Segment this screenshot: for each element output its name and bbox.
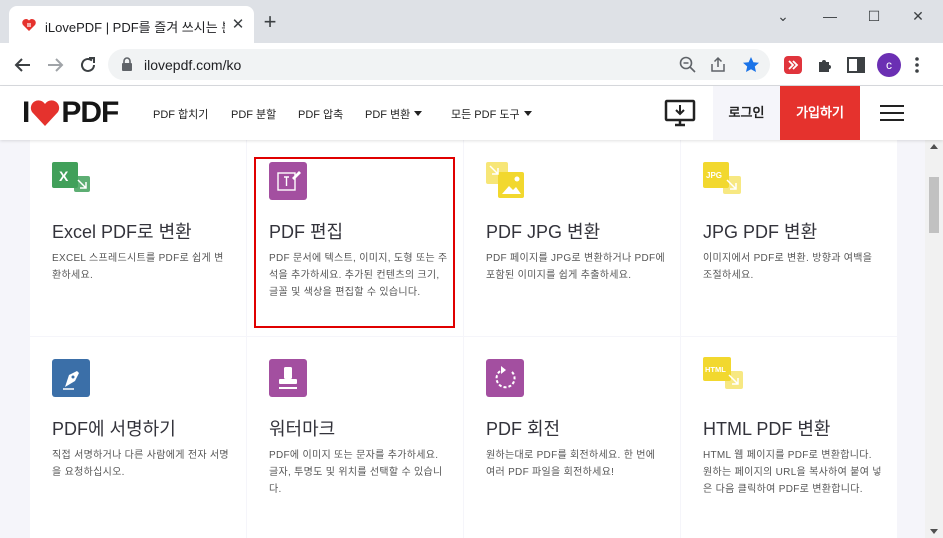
- tab-close-icon[interactable]: ✕: [229, 16, 247, 34]
- forward-arrow-icon[interactable]: [42, 52, 68, 78]
- card-description: PDF 페이지를 JPG로 변환하거나 PDF에 포함된 이미지를 쉽게 추출하…: [486, 253, 665, 281]
- svg-text:JPG: JPG: [706, 171, 722, 180]
- card-title: HTML PDF 변환: [703, 419, 831, 439]
- excel-to-pdf-icon: X: [52, 162, 90, 192]
- card-title: Excel PDF로 변환: [52, 222, 192, 242]
- browser-menu-icon[interactable]: [914, 55, 920, 75]
- chevron-down-icon: [414, 111, 423, 116]
- heart-logo-icon: [31, 100, 60, 126]
- browser-tab[interactable]: iLovePDF | PDF를 즐겨 쓰시는 분 ✕: [9, 6, 254, 43]
- signup-button[interactable]: 가입하기: [780, 86, 860, 140]
- browser-toolbar: ilovepdf.com/ko c: [0, 43, 943, 86]
- tool-card-watermark[interactable]: 워터마크 PDF에 이미지 또는 문자를 추가하세요. 글자, 투명도 및 위치…: [247, 337, 463, 538]
- tool-card-rotate-pdf[interactable]: PDF 회전 원하는대로 PDF를 회전하세요. 한 번에 여러 PDF 파일을…: [464, 337, 680, 538]
- close-window-button[interactable]: ✕: [906, 5, 930, 27]
- nav-convert-pdf[interactable]: PDF 변환: [365, 106, 423, 122]
- scroll-up-arrow-icon[interactable]: [930, 144, 938, 149]
- card-title: PDF에 서명하기: [52, 419, 176, 439]
- card-title: PDF 편집: [269, 222, 344, 242]
- scroll-down-arrow-icon[interactable]: [930, 529, 938, 534]
- browser-tab-strip: iLovePDF | PDF를 즐겨 쓰시는 분 ✕ + ⌄ — ☐ ✕: [0, 0, 943, 43]
- tool-card-html-to-pdf[interactable]: HTML HTML PDF 변환 HTML 웹 페이지를 PDF로 변환합니다.…: [681, 337, 897, 538]
- page-scrollbar[interactable]: [925, 140, 943, 538]
- card-description: 직접 서명하거나 다른 사람에게 전자 서명을 요청하십시오.: [52, 450, 229, 478]
- extension-red-icon[interactable]: [782, 54, 804, 76]
- bookmark-star-icon[interactable]: [741, 55, 761, 75]
- tool-card-edit-pdf[interactable]: PDF 편집 PDF 문서에 텍스트, 이미지, 도형 또는 주석을 추가하세요…: [247, 140, 463, 336]
- tool-card-sign-pdf[interactable]: PDF에 서명하기 직접 서명하거나 다른 사람에게 전자 서명을 요청하십시오…: [30, 337, 246, 538]
- tool-card-excel-to-pdf[interactable]: X Excel PDF로 변환 EXCEL 스프레드시트를 PDF로 쉽게 변환…: [30, 140, 246, 336]
- nav-split-pdf[interactable]: PDF 분할: [231, 106, 276, 122]
- reload-icon[interactable]: [75, 52, 101, 78]
- card-description: HTML 웹 페이지를 PDF로 변환합니다. 원하는 페이지의 URL을 복사…: [703, 450, 882, 495]
- new-tab-button[interactable]: +: [260, 11, 280, 33]
- watermark-icon: [269, 359, 307, 397]
- tools-grid-area: X Excel PDF로 변환 EXCEL 스프레드시트를 PDF로 쉽게 변환…: [0, 140, 925, 538]
- ilovepdf-logo[interactable]: I PDF: [22, 96, 119, 129]
- chevron-down-icon: [523, 111, 532, 116]
- card-title: PDF JPG 변환: [486, 222, 601, 242]
- share-icon[interactable]: [708, 55, 728, 75]
- card-description: 이미지에서 PDF로 변환. 방향과 여백을 조절하세요.: [703, 253, 873, 281]
- url-text[interactable]: ilovepdf.com/ko: [144, 57, 241, 73]
- card-description: 원하는대로 PDF를 회전하세요. 한 번에 여러 PDF 파일을 회전하세요!: [486, 450, 656, 478]
- extensions-puzzle-icon[interactable]: [814, 54, 836, 76]
- side-panel-icon[interactable]: [845, 54, 867, 76]
- site-header: I PDF PDF 합치기 PDF 분할 PDF 압축 PDF 변환 모든 PD…: [0, 86, 943, 140]
- maximize-button[interactable]: ☐: [862, 5, 886, 27]
- sign-pdf-icon: [52, 359, 90, 397]
- card-description: PDF 문서에 텍스트, 이미지, 도형 또는 주석을 추가하세요. 추가된 컨…: [269, 253, 448, 298]
- card-description: EXCEL 스프레드시트를 PDF로 쉽게 변환하세요.: [52, 253, 224, 281]
- jpg-to-pdf-icon: JPG: [703, 162, 741, 194]
- hamburger-menu-icon[interactable]: [880, 104, 904, 122]
- card-description: PDF에 이미지 또는 문자를 추가하세요. 글자, 투명도 및 위치를 선택할…: [269, 450, 443, 495]
- zoom-icon[interactable]: [678, 55, 698, 75]
- tool-card-pdf-to-jpg[interactable]: PDF JPG 변환 PDF 페이지를 JPG로 변환하거나 PDF에 포함된 …: [464, 140, 680, 336]
- ilovepdf-favicon-icon: [22, 19, 36, 31]
- tab-title: iLovePDF | PDF를 즐겨 쓰시는 분: [45, 20, 225, 35]
- edit-pdf-icon: [269, 162, 307, 200]
- address-bar[interactable]: ilovepdf.com/ko: [108, 49, 770, 80]
- nav-merge-pdf[interactable]: PDF 합치기: [153, 106, 208, 122]
- card-title: JPG PDF 변환: [703, 222, 818, 242]
- profile-avatar[interactable]: c: [877, 53, 901, 77]
- tab-search-icon[interactable]: ⌄: [771, 5, 795, 27]
- back-arrow-icon[interactable]: [10, 52, 36, 78]
- svg-text:HTML: HTML: [705, 365, 726, 374]
- nav-compress-pdf[interactable]: PDF 압축: [298, 106, 343, 122]
- card-title: 워터마크: [269, 419, 336, 439]
- tool-card-jpg-to-pdf[interactable]: JPG JPG PDF 변환 이미지에서 PDF로 변환. 방향과 여백을 조절…: [681, 140, 897, 336]
- desktop-download-icon[interactable]: [664, 97, 696, 129]
- svg-text:X: X: [59, 168, 69, 184]
- login-button[interactable]: 로그인: [713, 86, 780, 140]
- nav-all-tools[interactable]: 모든 PDF 도구: [451, 106, 532, 122]
- minimize-button[interactable]: —: [818, 5, 842, 27]
- scrollbar-thumb[interactable]: [929, 177, 939, 233]
- lock-icon[interactable]: [120, 57, 134, 72]
- html-to-pdf-icon: HTML: [703, 357, 743, 389]
- pdf-to-jpg-icon: [486, 162, 524, 198]
- rotate-pdf-icon: [486, 359, 524, 397]
- card-title: PDF 회전: [486, 419, 561, 439]
